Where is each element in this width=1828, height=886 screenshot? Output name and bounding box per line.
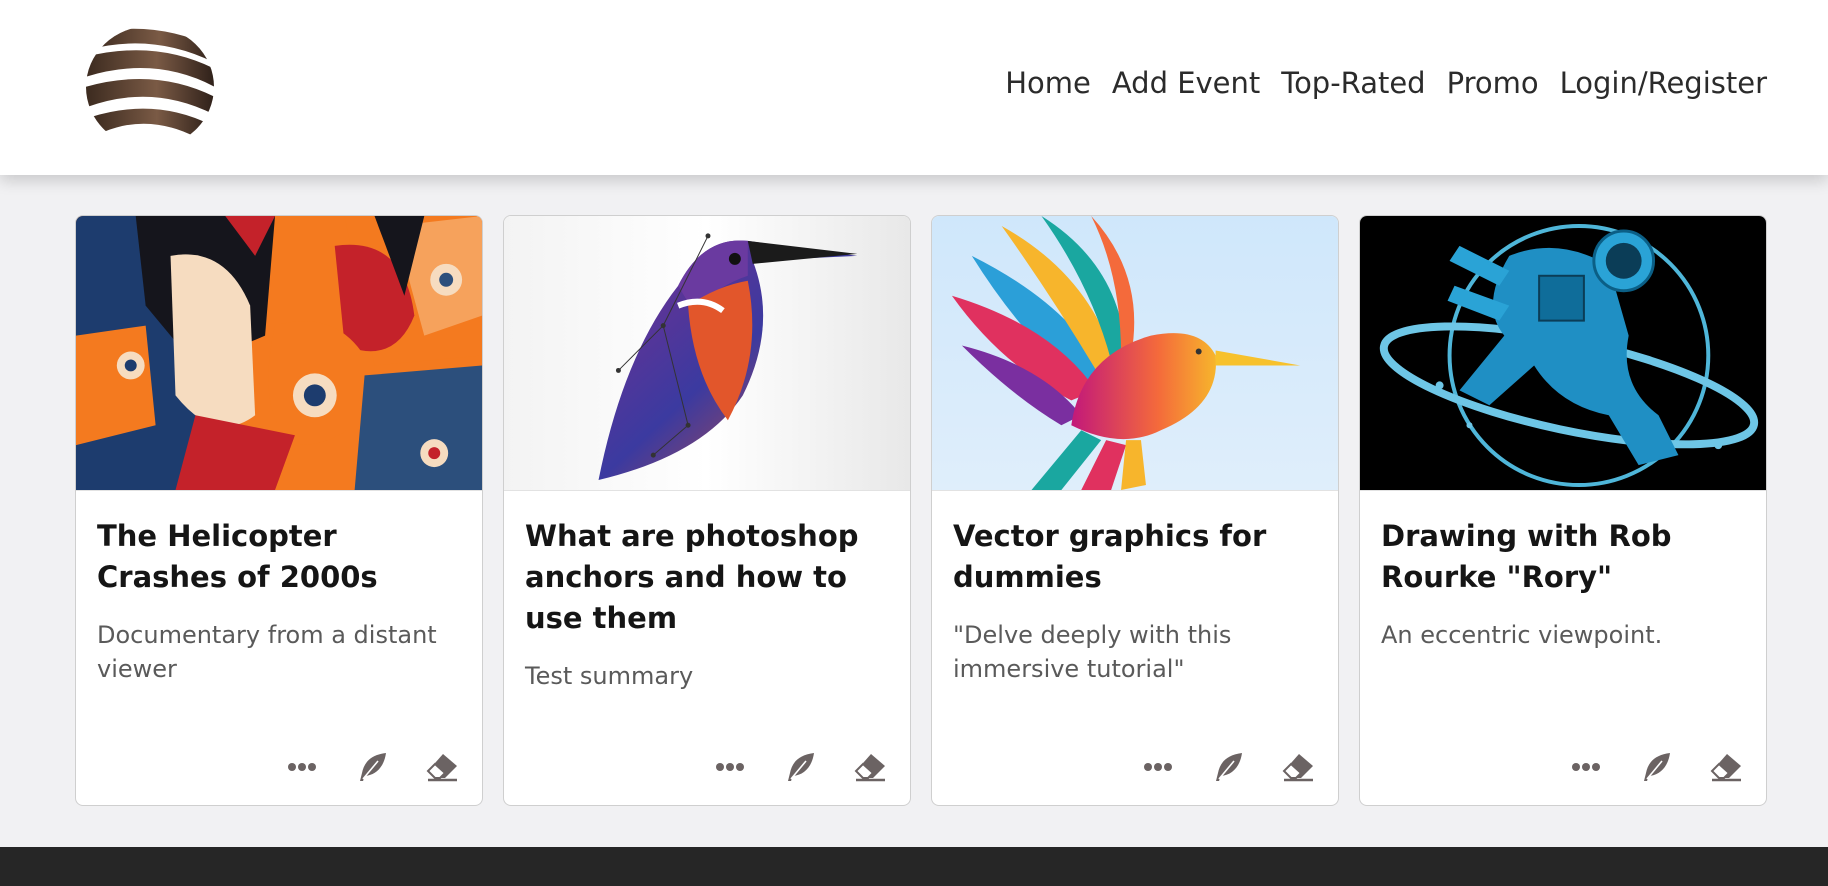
nav-login-register[interactable]: Login/Register [1560,66,1767,100]
site-footer [0,847,1828,886]
card-summary: "Delve deeply with this immersive tutori… [953,621,1232,683]
edit-button[interactable] [778,749,822,785]
card-actions [280,749,464,785]
card-summary: Documentary from a distant viewer [97,621,437,683]
hummingbird-illustration-icon[interactable] [932,216,1338,491]
feather-icon [1644,753,1670,781]
main-nav: Home Add Event Top-Rated Promo Login/Reg… [984,66,1767,100]
ellipsis-icon [1144,763,1172,771]
card-actions [1564,749,1748,785]
card-actions [708,749,892,785]
more-button[interactable] [1564,749,1608,785]
ellipsis-icon [1572,763,1600,771]
more-button[interactable] [708,749,752,785]
card-summary: An eccentric viewpoint. [1381,621,1663,649]
nav-home[interactable]: Home [1005,66,1091,100]
nav-top-rated[interactable]: Top-Rated [1281,66,1425,100]
site-logo[interactable] [85,25,215,150]
astronaut-illustration-icon[interactable] [1360,216,1766,491]
card-title[interactable]: Drawing with Rob Rourke "Rory" [1381,516,1750,598]
feather-icon [1216,753,1242,781]
delete-button[interactable] [1704,749,1748,785]
event-card-grid: The Helicopter Crashes of 2000s Document… [0,175,1828,847]
eraser-icon [1710,754,1741,782]
feather-icon [788,753,814,781]
event-card: Drawing with Rob Rourke "Rory" An eccent… [1359,215,1767,806]
delete-button[interactable] [1276,749,1320,785]
more-button[interactable] [1136,749,1180,785]
eraser-icon [1282,754,1313,782]
event-card: Vector graphics for dummies "Delve deepl… [931,215,1339,806]
site-header: Home Add Event Top-Rated Promo Login/Reg… [0,0,1828,175]
eraser-icon [426,754,457,782]
striped-sphere-logo-icon [86,26,214,148]
kingfisher-vector-illustration-icon[interactable] [504,216,910,491]
card-summary: Test summary [525,662,694,690]
edit-button[interactable] [1634,749,1678,785]
delete-button[interactable] [420,749,464,785]
more-button[interactable] [280,749,324,785]
eraser-icon [854,754,885,782]
card-title[interactable]: Vector graphics for dummies [953,516,1322,598]
nav-add-event[interactable]: Add Event [1112,66,1260,100]
ellipsis-icon [716,763,744,771]
edit-button[interactable] [350,749,394,785]
card-title[interactable]: What are photoshop anchors and how to us… [525,516,894,639]
event-card: The Helicopter Crashes of 2000s Document… [75,215,483,806]
card-title[interactable]: The Helicopter Crashes of 2000s [97,516,466,598]
edit-button[interactable] [1206,749,1250,785]
delete-button[interactable] [848,749,892,785]
feather-icon [360,753,386,781]
abstract-faces-illustration-icon[interactable] [76,216,482,491]
event-card: What are photoshop anchors and how to us… [503,215,911,806]
card-actions [1136,749,1320,785]
ellipsis-icon [288,763,316,771]
nav-promo[interactable]: Promo [1447,66,1539,100]
